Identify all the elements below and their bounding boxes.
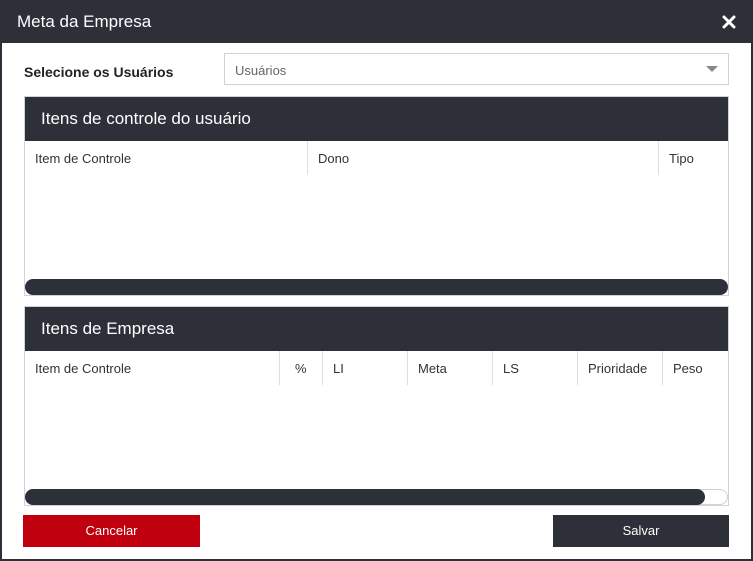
user-items-title: Itens de controle do usuário: [41, 109, 251, 128]
company-items-header: Itens de Empresa: [25, 307, 728, 351]
chevron-down-icon: [706, 66, 718, 72]
close-button[interactable]: [722, 13, 736, 31]
column-header[interactable]: LS: [492, 351, 577, 385]
dialog-header: Meta da Empresa: [2, 2, 751, 43]
select-users-label: Selecione os Usuários: [24, 64, 174, 80]
company-items-title: Itens de Empresa: [41, 319, 175, 338]
column-header[interactable]: Item de Controle: [25, 351, 279, 385]
user-items-horizontal-scrollbar[interactable]: [25, 279, 728, 295]
column-header[interactable]: %: [279, 351, 322, 385]
company-items-panel: Itens de Empresa Item de Controle % LI M…: [24, 306, 729, 506]
company-goal-dialog: Meta da Empresa Selecione os Usuários Us…: [0, 0, 753, 561]
company-items-horizontal-scrollbar[interactable]: [25, 489, 728, 505]
cancel-button[interactable]: Cancelar: [23, 515, 200, 547]
column-header[interactable]: LI: [322, 351, 407, 385]
company-items-grid-header: Item de Controle % LI Meta LS Prioridade…: [25, 351, 728, 385]
scrollbar-thumb[interactable]: [25, 279, 728, 295]
user-control-items-panel: Itens de controle do usuário Item de Con…: [24, 96, 729, 296]
column-header[interactable]: Prioridade: [577, 351, 662, 385]
users-select[interactable]: Usuários: [224, 53, 729, 85]
close-icon: [722, 15, 736, 29]
users-select-value: Usuários: [235, 63, 287, 78]
column-header[interactable]: Meta: [407, 351, 492, 385]
column-header[interactable]: Peso: [662, 351, 728, 385]
user-items-grid-header: Item de Controle Dono Tipo: [25, 141, 728, 175]
user-items-header: Itens de controle do usuário: [25, 97, 728, 141]
save-button[interactable]: Salvar: [553, 515, 729, 547]
column-header[interactable]: Dono: [307, 141, 658, 175]
column-header[interactable]: Tipo: [658, 141, 728, 175]
dialog-title: Meta da Empresa: [17, 12, 152, 31]
column-header[interactable]: Item de Controle: [25, 141, 307, 175]
scrollbar-thumb[interactable]: [25, 489, 705, 505]
